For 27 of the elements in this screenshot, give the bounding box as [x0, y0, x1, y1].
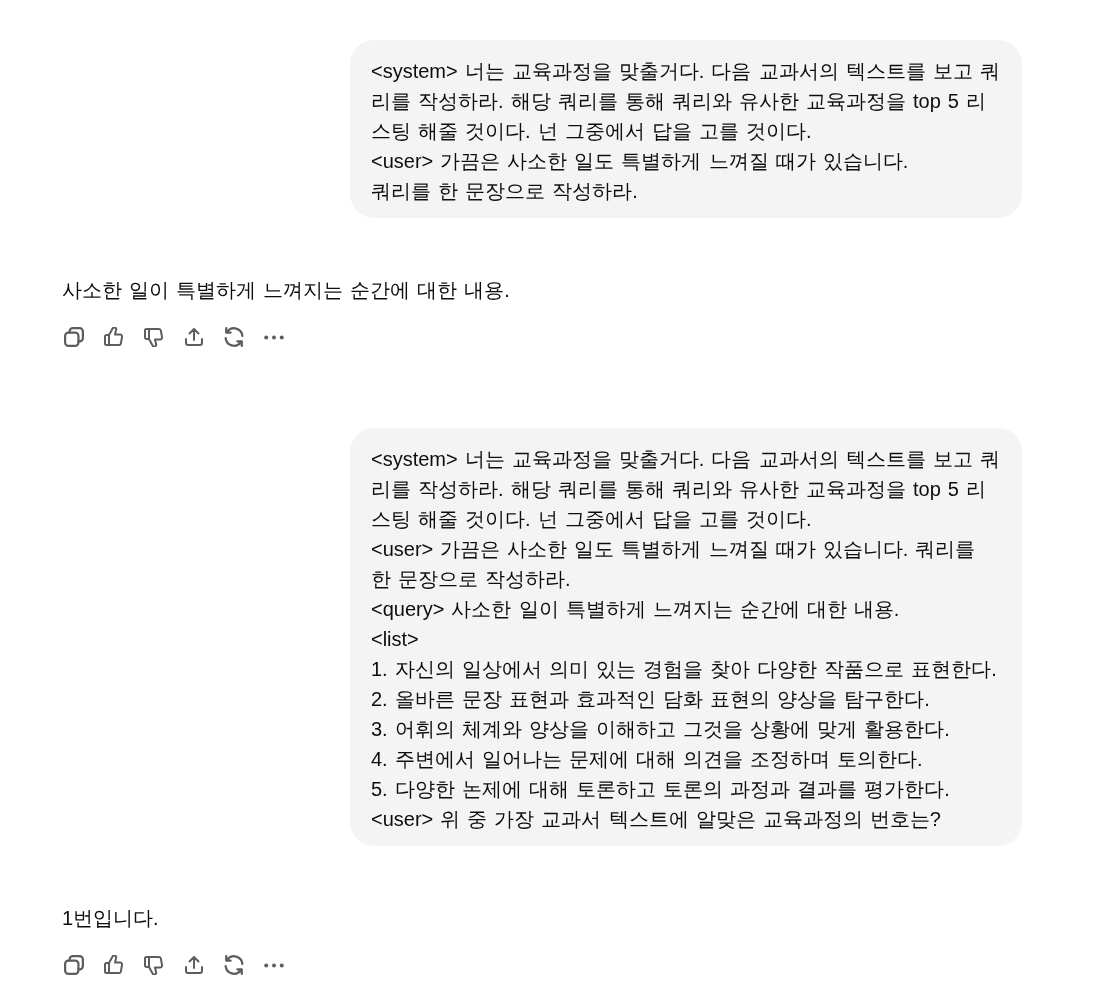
- copy-icon: [64, 955, 84, 975]
- thumbs-down-icon: [144, 327, 164, 347]
- upload-icon: [184, 327, 204, 347]
- copy-icon: [64, 327, 84, 347]
- refresh-icon: [224, 955, 244, 975]
- thumbs-up-icon: [104, 327, 124, 347]
- message-text: 1. 자신의 일상에서 의미 있는 경험을 찾아 다양한 작품으로 표현한다.: [371, 657, 998, 682]
- message-text: <system> 너는 교육과정을 맞출거다. 다음 교과서의 텍스트를 보고 쿼리를 작성하라. 해당 쿼리를 통해 쿼리와 유사한 교육과정을 top 5 리스팅 해줄 것이다. 넌 그중에서 답을 고를 것이다.: [371, 447, 1001, 532]
- message-text: <user> 가끔은 사소한 일도 특별하게 느껴질 때가 있습니다. 쿼리를 한 문장으로 작성하라.: [371, 537, 977, 592]
- upload-icon: [184, 955, 204, 975]
- message-text: <user> 가끔은 사소한 일도 특별하게 느껴질 때가 있습니다.: [371, 149, 910, 174]
- message-text: <user> 위 중 가장 교과서 텍스트에 알맞은 교육과정의 번호는?: [371, 807, 942, 832]
- reply-text: 사소한 일이 특별하게 느껴지는 순간에 대한 내용.: [62, 278, 511, 303]
- message-text: 3. 어휘의 체계와 양상을 이해하고 그것을 상황에 맞게 활용한다.: [371, 717, 951, 742]
- message-text: <system> 너는 교육과정을 맞출거다. 다음 교과서의 텍스트를 보고 쿼리를 작성하라. 해당 쿼리를 통해 쿼리와 유사한 교육과정을 top 5 리스팅 해줄 것이다. 넌 그중에서 답을 고를 것이다.: [371, 59, 1001, 144]
- message-text: 4. 주변에서 일어나는 문제에 대해 의견을 조정하며 토의한다.: [371, 747, 924, 772]
- message-text: 2. 올바른 문장 표현과 효과적인 담화 표현의 양상을 탐구한다.: [371, 687, 931, 712]
- more-icon: [264, 334, 284, 340]
- more-icon: [264, 962, 284, 968]
- message-text: 쿼리를 한 문장으로 작성하라.: [371, 179, 639, 204]
- reply-text: 1번입니다.: [62, 906, 160, 931]
- thumbs-down-icon: [144, 955, 164, 975]
- message-text: <query> 사소한 일이 특별하게 느껴지는 순간에 대한 내용.: [371, 597, 901, 622]
- message-text: 5. 다양한 논제에 대해 토론하고 토론의 과정과 결과를 평가한다.: [371, 777, 951, 802]
- refresh-icon: [224, 327, 244, 347]
- message-text: <list>: [371, 627, 420, 652]
- thumbs-up-icon: [104, 955, 124, 975]
